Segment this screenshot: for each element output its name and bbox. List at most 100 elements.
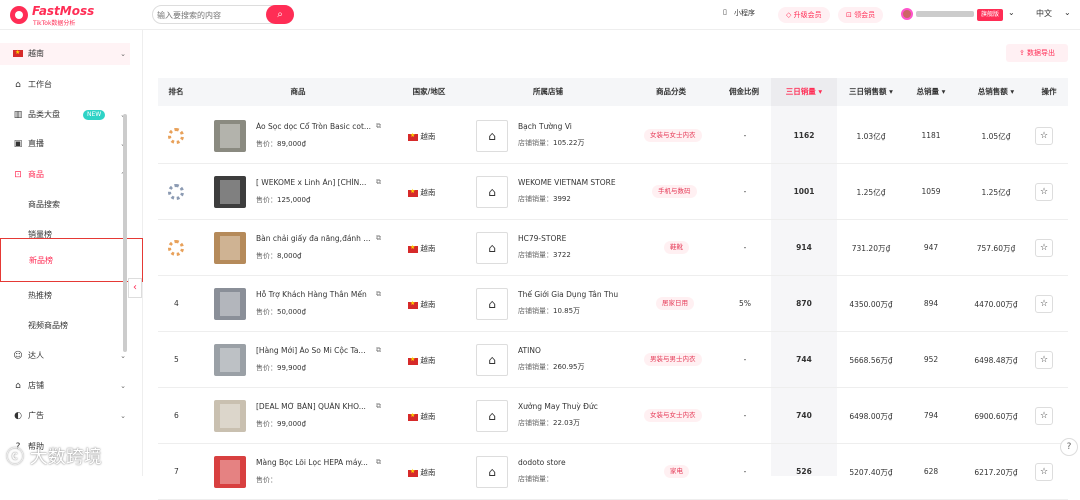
sidebar-sub-video-products[interactable]: 视频商品榜 [0, 312, 143, 340]
shop-logo-icon[interactable]: ⌂ [476, 232, 508, 264]
product-thumbnail[interactable] [214, 120, 246, 152]
favorite-button[interactable]: ☆ [1035, 295, 1053, 313]
product-name[interactable]: Áo Sọc dọc Cổ Tròn Basic cot... [256, 122, 374, 131]
product-name[interactable]: [ WEKOME x Linh Ản] [CHÍN... [256, 178, 374, 187]
sidebar-item-shops[interactable]: ⌂ 店铺 ⌄ [0, 375, 130, 397]
copy-icon[interactable]: ⧉ [376, 178, 381, 187]
user-name-redacted [916, 11, 974, 17]
product-thumbnail[interactable] [214, 288, 246, 320]
upgrade-member-button[interactable]: ◇ 升级会员 [778, 7, 830, 23]
sidebar-item-category-market[interactable]: ▥ 品类大盘 NEW ⌄ [0, 104, 130, 126]
product-thumbnail[interactable] [214, 400, 246, 432]
table-row[interactable]: Áo Sọc dọc Cổ Tròn Basic cot... ⧉ 售价：89,… [158, 108, 1068, 164]
copy-icon[interactable]: ⧉ [376, 346, 381, 355]
product-name[interactable]: [Hàng Mới] Áo So Mi Cộc Ta... [256, 346, 374, 355]
search-input[interactable] [157, 8, 265, 22]
favorite-button[interactable]: ☆ [1035, 239, 1053, 257]
sidebar-sub-product-search[interactable]: 商品搜索 [0, 191, 143, 219]
language-select[interactable]: 中文 [1036, 8, 1052, 19]
copy-icon[interactable]: ⧉ [376, 458, 381, 467]
price-value: 99,000₫ [277, 420, 306, 428]
product-thumbnail[interactable] [214, 344, 246, 376]
total-sales: 894 [923, 299, 939, 308]
help-float-button[interactable]: ? [1060, 438, 1078, 456]
shop-name[interactable]: Thế Giới Gia Dụng Tân Thu [518, 290, 618, 299]
search-box: ⌕ [152, 5, 294, 24]
copy-icon[interactable]: ⧉ [376, 122, 381, 131]
sidebar-item-label: 商品 [28, 170, 44, 179]
shop-name[interactable]: Xưởng May Thuỳ Đức [518, 402, 598, 411]
price-label: 售价： [256, 420, 277, 428]
search-button[interactable]: ⌕ [266, 5, 294, 24]
region-select[interactable]: 越南 ⌄ [0, 43, 130, 65]
shop-logo-icon[interactable]: ⌂ [476, 400, 508, 432]
shop-name[interactable]: HC79-STORE [518, 234, 566, 243]
sidebar-scrollbar[interactable] [123, 114, 127, 352]
sidebar-sub-new-products[interactable]: 新品榜 [0, 238, 143, 282]
language-chevron-icon[interactable]: ⌄ [1064, 8, 1071, 17]
table-row[interactable]: 5 [Hàng Mới] Áo So Mi Cộc Ta... ⧉ 售价：99,… [158, 332, 1068, 388]
export-data-button[interactable]: ⇪ 数据导出 [1006, 44, 1068, 62]
user-menu-chevron-icon[interactable]: ⌄ [1008, 8, 1015, 17]
copy-icon[interactable]: ⧉ [376, 290, 381, 299]
favorite-button[interactable]: ☆ [1035, 407, 1053, 425]
table-row[interactable]: [ WEKOME x Linh Ản] [CHÍN... ⧉ 售价：125,00… [158, 164, 1068, 220]
shop-name[interactable]: WEKOME VIETNAM STORE [518, 178, 616, 187]
sidebar-item-live[interactable]: ▣ 直播 ⌄ [0, 133, 130, 155]
shop-logo-icon[interactable]: ⌂ [476, 344, 508, 376]
favorite-button[interactable]: ☆ [1035, 183, 1053, 201]
th-revenue-3day[interactable]: 三日销售额 ▾ [841, 78, 901, 106]
product-thumbnail[interactable] [214, 456, 246, 488]
product-name[interactable]: Bàn chải giấy đa năng,đánh ... [256, 234, 374, 243]
favorite-button[interactable]: ☆ [1035, 351, 1053, 369]
sidebar-item-ads[interactable]: ◐ 广告 ⌄ [0, 405, 130, 427]
shop-logo-icon[interactable]: ⌂ [476, 288, 508, 320]
table-row[interactable]: 6 [DEAL MỞ BÁN] QUẦN KHO... ⧉ 售价：99,000₫… [158, 388, 1068, 444]
sidebar-sub-hot-push[interactable]: 热推榜 [0, 282, 143, 310]
shop-logo-icon[interactable]: ⌂ [476, 456, 508, 488]
shop-logo-icon[interactable]: ⌂ [476, 176, 508, 208]
shop-logo-icon[interactable]: ⌂ [476, 120, 508, 152]
th-sales-3day[interactable]: 三日销量 ▾ [771, 78, 837, 106]
shop-name[interactable]: dodoto store [518, 458, 566, 467]
category-tag: 家电 [664, 465, 689, 478]
sidebar-item-workbench[interactable]: ⌂ 工作台 [0, 74, 130, 96]
mini-program-link[interactable]: 小程序 [734, 8, 755, 18]
copy-icon[interactable]: ⧉ [376, 234, 381, 243]
get-member-button[interactable]: ⊡ 领会员 [838, 7, 884, 23]
table-row[interactable]: 7 Màng Bọc Lõi Lọc HEPA máy... ⧉ 售价： 越南 … [158, 444, 1068, 500]
total-sales: 1059 [921, 187, 941, 196]
price-value: 125,000₫ [277, 196, 311, 204]
favorite-button[interactable]: ☆ [1035, 463, 1053, 481]
sales-3day: 526 [796, 467, 812, 476]
sales-3day: 1162 [793, 131, 815, 140]
product-thumbnail[interactable] [214, 176, 246, 208]
total-sales: 952 [923, 355, 939, 364]
user-icon: ☺ [13, 351, 23, 361]
collapse-sidebar-button[interactable]: ‹ [128, 278, 142, 298]
table-row[interactable]: 4 Hỗ Trợ Khách Hàng Thân Mến ⧉ 售价：50,000… [158, 276, 1068, 332]
copy-icon[interactable]: ⧉ [376, 402, 381, 411]
price-value: 89,000₫ [277, 140, 306, 148]
region-label: 越南 [28, 49, 44, 58]
avatar[interactable] [901, 8, 913, 20]
product-thumbnail[interactable] [214, 232, 246, 264]
shop-sales-value: 3722 [553, 251, 571, 259]
product-name[interactable]: Hỗ Trợ Khách Hàng Thân Mến [256, 290, 374, 299]
shop-name[interactable]: ATINO [518, 346, 541, 355]
th-total-sales[interactable]: 总销量 ▾ [906, 78, 956, 106]
sidebar-item-products[interactable]: ⊡ 商品 ⌃ [0, 164, 130, 186]
country-label: 越南 [420, 188, 436, 197]
category-tag: 女装与女士内衣 [644, 129, 702, 142]
ad-icon: ◐ [14, 411, 22, 421]
shop-name[interactable]: Bạch Tường Vi [518, 122, 572, 131]
favorite-button[interactable]: ☆ [1035, 127, 1053, 145]
shop-sales-label: 店铺销量： [518, 251, 553, 259]
brand-logo[interactable]: FastMoss TikTok数据分析 [10, 4, 94, 27]
sidebar-item-influencers[interactable]: ☺ 达人 ⌄ [0, 345, 130, 367]
product-name[interactable]: Màng Bọc Lõi Lọc HEPA máy... [256, 458, 374, 467]
table-row[interactable]: Bàn chải giấy đa năng,đánh ... ⧉ 售价：8,00… [158, 220, 1068, 276]
th-category: 商品分类 [656, 87, 686, 96]
th-total-revenue[interactable]: 总销售额 ▾ [966, 78, 1026, 106]
product-name[interactable]: [DEAL MỞ BÁN] QUẦN KHO... [256, 402, 374, 411]
